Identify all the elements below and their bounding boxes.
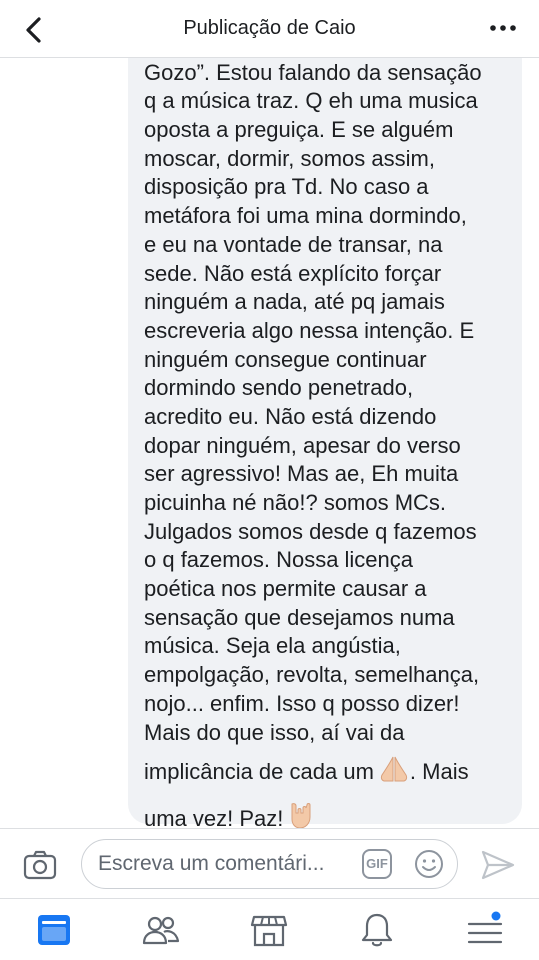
comment-line: Gozo”. Estou falando da sensação [144, 59, 482, 85]
top-bar: Publicação de Caio [0, 0, 539, 58]
comment-line: q a música traz. Q eh uma musica [144, 88, 478, 114]
news-feed-icon[interactable] [35, 911, 73, 949]
page-title: Publicação de Caio [183, 17, 356, 39]
comment-line: acredito eu. Não está dizendo [144, 403, 437, 429]
comment-line: moscar, dormir, somos assim, [144, 145, 435, 171]
comment-line: música. Seja ela angústia, [144, 633, 401, 659]
praying-hands-emoji-icon [380, 756, 408, 782]
bottom-tab-bar [0, 898, 539, 960]
comment-line: o q fazemos. Nossa licença [144, 547, 414, 573]
more-options-icon[interactable] [485, 14, 521, 42]
love-you-gesture-emoji-icon [291, 803, 311, 828]
comment-line-part: implicância de cada um [144, 759, 374, 785]
comment-line-emoji: implicância de cada um . Mais [144, 747, 510, 792]
comment-line: e eu na vontade de transar, na [144, 231, 443, 257]
comment-line: Julgados somos desde q fazemos [144, 518, 477, 544]
comment-input[interactable]: Escreva um comentári... GIF [81, 839, 458, 889]
comment-thread: sono, por isso se chama "Surto de Gozo”.… [0, 58, 539, 828]
comment-line-part: uma vez! Paz! [144, 806, 284, 828]
send-icon[interactable] [480, 849, 516, 881]
comment-text: sono, por isso se chama "Surto de Gozo”.… [144, 58, 510, 828]
comment-line-emoji: uma vez! Paz! [144, 792, 510, 828]
comment-line-part: . Mais [409, 759, 469, 785]
comment-line: ser agressivo! Mas ae, Eh muita [144, 461, 459, 487]
comment-placeholder: Escreva um comentári... [98, 852, 325, 875]
comment-line: dormindo sendo penetrado, [144, 375, 414, 401]
comment-line: nojo... enfim. Isso q posso dizer! [144, 690, 460, 716]
comment-line: Mais do que isso, aí vai da [144, 719, 405, 745]
emoji-smile-icon[interactable] [414, 849, 444, 879]
comment-line: sede. Não está explícito forçar [144, 260, 442, 286]
comment-composer: Escreva um comentári... GIF [0, 828, 539, 898]
marketplace-icon[interactable] [250, 911, 288, 949]
comment-line: ninguém a nada, até pq jamais [144, 289, 445, 315]
comment-line: oposta a preguiça. E se alguém [144, 117, 454, 143]
comment-line: metáfora foi uma mina dormindo, [144, 203, 467, 229]
comment-line: poética nos permite causar a [144, 576, 427, 602]
comment-line: sensação que desejamos numa [144, 604, 455, 630]
comment-line: ninguém consegue continuar [144, 346, 427, 372]
notifications-icon[interactable] [358, 911, 396, 949]
camera-icon[interactable] [22, 849, 58, 881]
comment-line: escreveria algo nessa intenção. E [144, 317, 475, 343]
gif-button[interactable]: GIF [362, 849, 392, 879]
comment-line: picuinha né não!? somos MCs. [144, 490, 447, 515]
friends-icon[interactable] [142, 911, 180, 949]
menu-icon[interactable] [466, 911, 504, 949]
comment-line: dopar ninguém, apesar do verso [144, 432, 461, 458]
comment-line: empolgação, revolta, semelhança, [144, 662, 480, 688]
comment-line: disposição pra Td. No caso a [144, 174, 429, 200]
